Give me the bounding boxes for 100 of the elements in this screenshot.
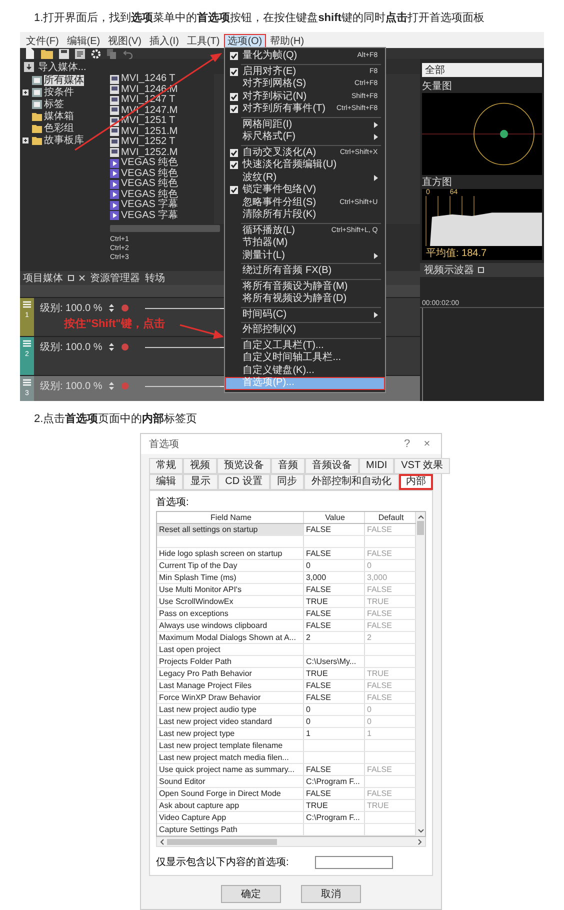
media-file-name[interactable]: VEGAS 纯色 <box>121 179 178 190</box>
tab[interactable]: 音频 <box>271 458 305 474</box>
menu-title[interactable]: 帮助(H) <box>266 34 308 49</box>
tree-item[interactable]: 标签 <box>44 98 64 110</box>
tab[interactable]: 同步 <box>270 474 304 490</box>
tree-item[interactable]: 所有媒体 <box>44 74 84 86</box>
tab[interactable]: 音频设备 <box>305 458 359 474</box>
menu-item[interactable]: 清除所有片段(K) <box>224 209 385 222</box>
undo-icon[interactable] <box>123 48 133 58</box>
tab[interactable]: 常规 <box>149 458 183 474</box>
panel-tab[interactable]: 资源管理器 <box>90 271 140 285</box>
media-file-name[interactable]: MVI_1251.M <box>121 126 178 137</box>
menu-title[interactable]: 工具(T) <box>182 34 224 49</box>
menu-item[interactable]: 标尺格式(F) <box>224 131 385 144</box>
tab[interactable]: VST 效果 <box>394 458 450 474</box>
float-icon[interactable] <box>68 275 74 281</box>
tab[interactable]: MIDI <box>359 458 394 474</box>
menu-item[interactable]: 快速淡化音频编辑(U) <box>224 159 385 172</box>
menu-item[interactable]: 外部控制(X) <box>224 324 385 336</box>
expand-collapse-icon[interactable] <box>108 382 116 390</box>
menu-item[interactable]: 锁定事件包络(V) <box>224 184 385 196</box>
menu-item[interactable]: 将所有音频设为静音(M) <box>224 280 385 293</box>
media-file-name[interactable]: MVI_1252 T <box>121 137 176 148</box>
panel-tab[interactable]: 转场 <box>145 271 165 285</box>
tab[interactable]: CD 设置 <box>218 474 270 490</box>
scope-dropdown[interactable]: 全部 <box>422 63 542 77</box>
menu-title[interactable]: 文件(F) <box>22 34 63 49</box>
menu-title[interactable]: 视图(V) <box>104 34 146 49</box>
float-icon[interactable] <box>478 267 484 273</box>
menu-item[interactable]: 节拍器(M) <box>224 237 385 250</box>
menu-icon[interactable] <box>23 340 31 347</box>
tree-item[interactable]: 故事板库 <box>44 134 84 146</box>
close-button[interactable]: × <box>417 438 437 450</box>
menu-icon[interactable] <box>23 379 31 386</box>
scroll-right-icon[interactable] <box>418 838 422 844</box>
tab[interactable]: 内部 <box>398 474 434 490</box>
menu-title[interactable]: 插入(I) <box>145 34 183 49</box>
close-icon[interactable] <box>79 275 85 281</box>
dialog-button[interactable]: 取消 <box>301 885 361 903</box>
media-file-name[interactable]: VEGAS 纯色 <box>121 158 178 168</box>
media-file-name[interactable]: VEGAS 字幕 <box>121 210 178 221</box>
import-icon[interactable] <box>24 62 34 72</box>
table-cell: Last new project type <box>157 728 304 739</box>
menu-item[interactable]: 时间码(C) <box>224 308 385 321</box>
scroll-left-icon[interactable] <box>160 838 164 844</box>
media-file-name[interactable]: MVI_1246 T <box>121 74 176 84</box>
mute-icon[interactable] <box>121 304 130 312</box>
mute-icon[interactable] <box>121 343 130 351</box>
menu-item[interactable]: 网格间距(I) <box>224 118 385 131</box>
media-file-name[interactable]: MVI_1251 T <box>121 116 176 126</box>
copy-icon[interactable] <box>107 48 117 58</box>
expand-collapse-icon[interactable] <box>108 304 116 312</box>
column-header[interactable]: Field Name <box>157 512 304 523</box>
tree-item[interactable]: 色彩组 <box>44 122 74 134</box>
table-cell: FALSE <box>304 584 365 595</box>
table-cell: C:\Program F... <box>304 776 365 787</box>
scrollbar[interactable] <box>416 512 425 836</box>
help-button[interactable]: ? <box>397 438 417 450</box>
arrow <box>180 324 224 339</box>
media-file-name[interactable]: VEGAS 纯色 <box>121 168 178 179</box>
tab[interactable]: 视频 <box>183 458 217 474</box>
menu-item[interactable]: 测量计(L) <box>224 250 385 262</box>
menu-item[interactable]: 自定义工具栏(T)... <box>224 340 385 352</box>
new-file-icon[interactable] <box>25 48 35 59</box>
settings-icon[interactable] <box>91 48 101 58</box>
table-cell: Last new project audio type <box>157 704 304 715</box>
menu-item[interactable]: 自定义时间轴工具栏... <box>224 352 385 364</box>
panel-tab[interactable]: 项目媒体 <box>23 271 63 285</box>
properties-icon[interactable] <box>75 48 85 58</box>
import-media-label[interactable]: 导入媒体... <box>38 60 86 74</box>
filter-field[interactable] <box>314 856 393 868</box>
scrollbar-thumb[interactable] <box>417 521 424 535</box>
table-cell: TRUE <box>304 596 365 607</box>
tab[interactable]: 外部控制和自动化 <box>304 474 399 490</box>
scroll-up-icon[interactable] <box>418 515 424 519</box>
menu-icon[interactable] <box>23 301 31 308</box>
column-header[interactable]: Value <box>304 512 365 523</box>
menu-item[interactable]: 自定义键盘(K)... <box>224 364 385 377</box>
menu-title[interactable]: 编辑(E) <box>62 34 104 49</box>
tab[interactable]: 编辑 <box>149 474 184 490</box>
menu-item[interactable]: 波纹(R) <box>224 172 385 184</box>
tree-item[interactable]: 按条件 <box>44 86 74 98</box>
tab[interactable]: 预览设备 <box>217 458 271 474</box>
table-cell: Always use windows clipboard <box>157 620 304 631</box>
media-file-name[interactable]: VEGAS 字幕 <box>121 200 178 210</box>
scrollbar[interactable] <box>110 225 220 232</box>
scrollbar[interactable] <box>156 837 426 847</box>
dialog-button[interactable]: 确定 <box>221 885 281 903</box>
scrollbar-thumb[interactable] <box>167 838 277 844</box>
save-icon[interactable] <box>59 48 69 58</box>
tree-item[interactable]: 媒体箱 <box>44 110 74 122</box>
media-file-name[interactable]: VEGAS 纯色 <box>121 190 178 200</box>
media-file-name[interactable]: MVI_1252.M <box>121 148 178 158</box>
menu-item[interactable]: 绕过所有音频 FX(B) <box>224 265 385 278</box>
scroll-down-icon[interactable] <box>418 829 424 833</box>
tab[interactable]: 显示 <box>183 474 218 490</box>
expand-icon[interactable] <box>22 136 29 144</box>
expand-icon[interactable] <box>22 88 29 96</box>
expand-collapse-icon[interactable] <box>108 343 116 351</box>
table-cell: Hide logo splash screen on startup <box>157 548 304 559</box>
